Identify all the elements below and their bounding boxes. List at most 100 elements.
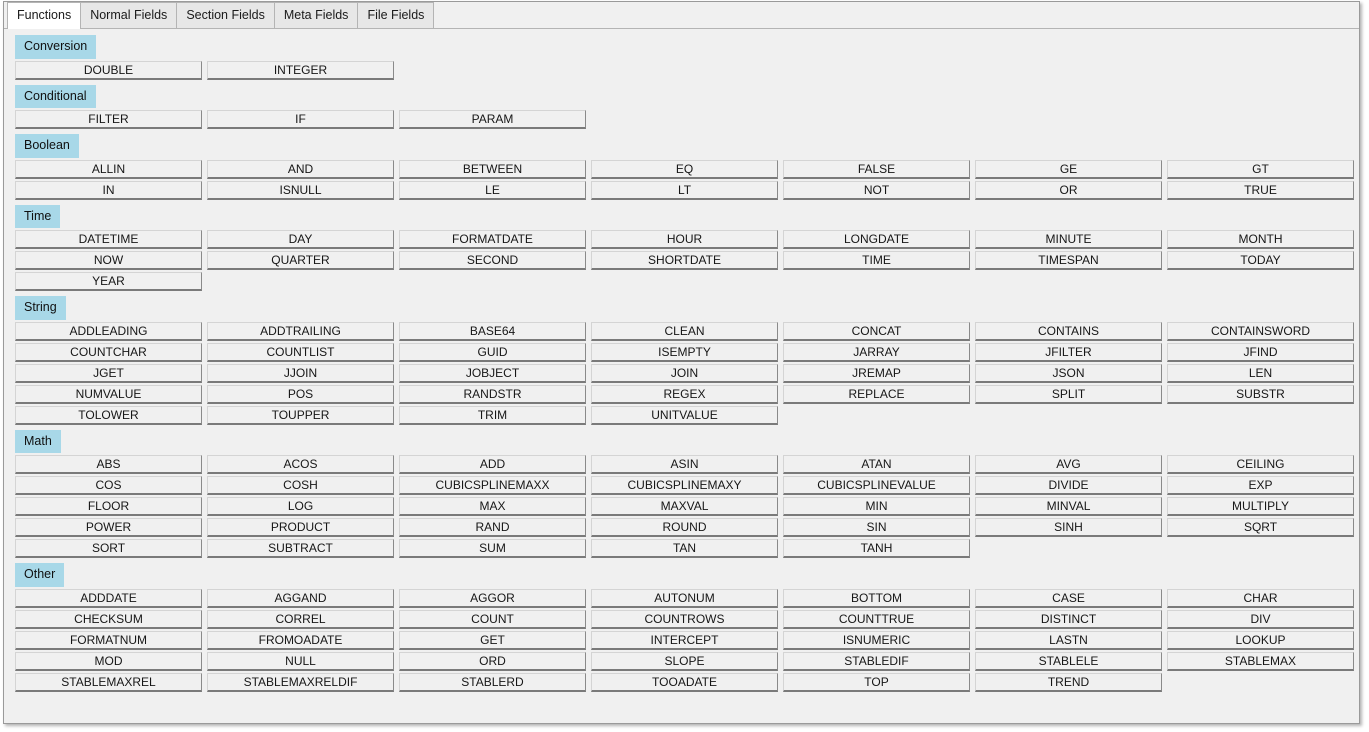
function-button-trim[interactable]: TRIM (399, 405, 586, 425)
function-button-acos[interactable]: ACOS (207, 455, 394, 474)
function-button-counttrue[interactable]: COUNTTRUE (783, 609, 970, 629)
function-button-ge[interactable]: GE (975, 159, 1162, 179)
function-button-min[interactable]: MIN (783, 497, 970, 516)
function-button-autonum[interactable]: AUTONUM (591, 588, 778, 608)
function-button-quarter[interactable]: QUARTER (207, 251, 394, 270)
function-button-top[interactable]: TOP (783, 672, 970, 692)
function-button-exp[interactable]: EXP (1167, 476, 1354, 495)
function-button-maxval[interactable]: MAXVAL (591, 497, 778, 516)
function-button-lookup[interactable]: LOOKUP (1167, 630, 1354, 650)
function-button-lt[interactable]: LT (591, 180, 778, 200)
function-button-between[interactable]: BETWEEN (399, 159, 586, 179)
function-button-stablerd[interactable]: STABLERD (399, 672, 586, 692)
function-button-jobject[interactable]: JOBJECT (399, 363, 586, 383)
function-button-now[interactable]: NOW (15, 251, 202, 270)
function-button-json[interactable]: JSON (975, 363, 1162, 383)
function-button-shortdate[interactable]: SHORTDATE (591, 251, 778, 270)
function-button-month[interactable]: MONTH (1167, 230, 1354, 249)
function-button-containsword[interactable]: CONTAINSWORD (1167, 321, 1354, 341)
function-button-day[interactable]: DAY (207, 230, 394, 249)
function-button-cubicsplinevalue[interactable]: CUBICSPLINEVALUE (783, 476, 970, 495)
function-button-jremap[interactable]: JREMAP (783, 363, 970, 383)
function-button-floor[interactable]: FLOOR (15, 497, 202, 516)
tab-normal-fields[interactable]: Normal Fields (80, 2, 178, 28)
tab-section-fields[interactable]: Section Fields (176, 2, 275, 28)
function-button-lastn[interactable]: LASTN (975, 630, 1162, 650)
function-button-count[interactable]: COUNT (399, 609, 586, 629)
function-button-true[interactable]: TRUE (1167, 180, 1354, 200)
function-button-sin[interactable]: SIN (783, 518, 970, 537)
function-button-divide[interactable]: DIVIDE (975, 476, 1162, 495)
function-button-distinct[interactable]: DISTINCT (975, 609, 1162, 629)
function-button-add[interactable]: ADD (399, 455, 586, 474)
function-button-aggand[interactable]: AGGAND (207, 588, 394, 608)
function-button-sum[interactable]: SUM (399, 539, 586, 558)
function-button-join[interactable]: JOIN (591, 363, 778, 383)
function-button-allin[interactable]: ALLIN (15, 159, 202, 179)
function-button-pos[interactable]: POS (207, 384, 394, 404)
function-button-countlist[interactable]: COUNTLIST (207, 342, 394, 362)
function-button-tanh[interactable]: TANH (783, 539, 970, 558)
function-button-minval[interactable]: MINVAL (975, 497, 1162, 516)
function-button-randstr[interactable]: RANDSTR (399, 384, 586, 404)
function-button-second[interactable]: SECOND (399, 251, 586, 270)
function-button-in[interactable]: IN (15, 180, 202, 200)
function-button-cubicsplinemaxx[interactable]: CUBICSPLINEMAXX (399, 476, 586, 495)
function-button-datetime[interactable]: DATETIME (15, 230, 202, 249)
function-button-base64[interactable]: BASE64 (399, 321, 586, 341)
function-button-split[interactable]: SPLIT (975, 384, 1162, 404)
function-button-clean[interactable]: CLEAN (591, 321, 778, 341)
function-button-asin[interactable]: ASIN (591, 455, 778, 474)
function-button-tooadate[interactable]: TOOADATE (591, 672, 778, 692)
function-button-toupper[interactable]: TOUPPER (207, 405, 394, 425)
function-button-replace[interactable]: REPLACE (783, 384, 970, 404)
function-button-jarray[interactable]: JARRAY (783, 342, 970, 362)
function-button-guid[interactable]: GUID (399, 342, 586, 362)
function-button-correl[interactable]: CORREL (207, 609, 394, 629)
function-button-addtrailing[interactable]: ADDTRAILING (207, 321, 394, 341)
function-button-avg[interactable]: AVG (975, 455, 1162, 474)
function-button-product[interactable]: PRODUCT (207, 518, 394, 537)
function-button-and[interactable]: AND (207, 159, 394, 179)
function-button-or[interactable]: OR (975, 180, 1162, 200)
function-button-numvalue[interactable]: NUMVALUE (15, 384, 202, 404)
function-button-cos[interactable]: COS (15, 476, 202, 495)
function-button-sqrt[interactable]: SQRT (1167, 518, 1354, 537)
tab-file-fields[interactable]: File Fields (357, 2, 435, 28)
function-button-adddate[interactable]: ADDDATE (15, 588, 202, 608)
function-button-false[interactable]: FALSE (783, 159, 970, 179)
function-button-power[interactable]: POWER (15, 518, 202, 537)
function-button-hour[interactable]: HOUR (591, 230, 778, 249)
function-button-log[interactable]: LOG (207, 497, 394, 516)
function-button-double[interactable]: DOUBLE (15, 60, 202, 80)
function-button-addleading[interactable]: ADDLEADING (15, 321, 202, 341)
function-button-stablele[interactable]: STABLELE (975, 651, 1162, 671)
function-button-trend[interactable]: TREND (975, 672, 1162, 692)
tab-meta-fields[interactable]: Meta Fields (273, 2, 359, 28)
function-button-multiply[interactable]: MULTIPLY (1167, 497, 1354, 516)
function-button-countrows[interactable]: COUNTROWS (591, 609, 778, 629)
function-button-filter[interactable]: FILTER (15, 110, 202, 129)
function-button-subtract[interactable]: SUBTRACT (207, 539, 394, 558)
function-button-intercept[interactable]: INTERCEPT (591, 630, 778, 650)
function-button-case[interactable]: CASE (975, 588, 1162, 608)
function-button-abs[interactable]: ABS (15, 455, 202, 474)
function-button-sinh[interactable]: SINH (975, 518, 1162, 537)
function-button-jfilter[interactable]: JFILTER (975, 342, 1162, 362)
function-button-tan[interactable]: TAN (591, 539, 778, 558)
function-button-cubicsplinemaxy[interactable]: CUBICSPLINEMAXY (591, 476, 778, 495)
function-button-regex[interactable]: REGEX (591, 384, 778, 404)
function-button-gt[interactable]: GT (1167, 159, 1354, 179)
function-button-if[interactable]: IF (207, 110, 394, 129)
function-button-param[interactable]: PARAM (399, 110, 586, 129)
function-button-tolower[interactable]: TOLOWER (15, 405, 202, 425)
function-button-ceiling[interactable]: CEILING (1167, 455, 1354, 474)
function-button-stablemaxrel[interactable]: STABLEMAXREL (15, 672, 202, 692)
function-button-fromoadate[interactable]: FROMOADATE (207, 630, 394, 650)
function-button-div[interactable]: DIV (1167, 609, 1354, 629)
function-button-round[interactable]: ROUND (591, 518, 778, 537)
function-button-concat[interactable]: CONCAT (783, 321, 970, 341)
function-button-isnumeric[interactable]: ISNUMERIC (783, 630, 970, 650)
function-button-integer[interactable]: INTEGER (207, 60, 394, 80)
function-button-rand[interactable]: RAND (399, 518, 586, 537)
